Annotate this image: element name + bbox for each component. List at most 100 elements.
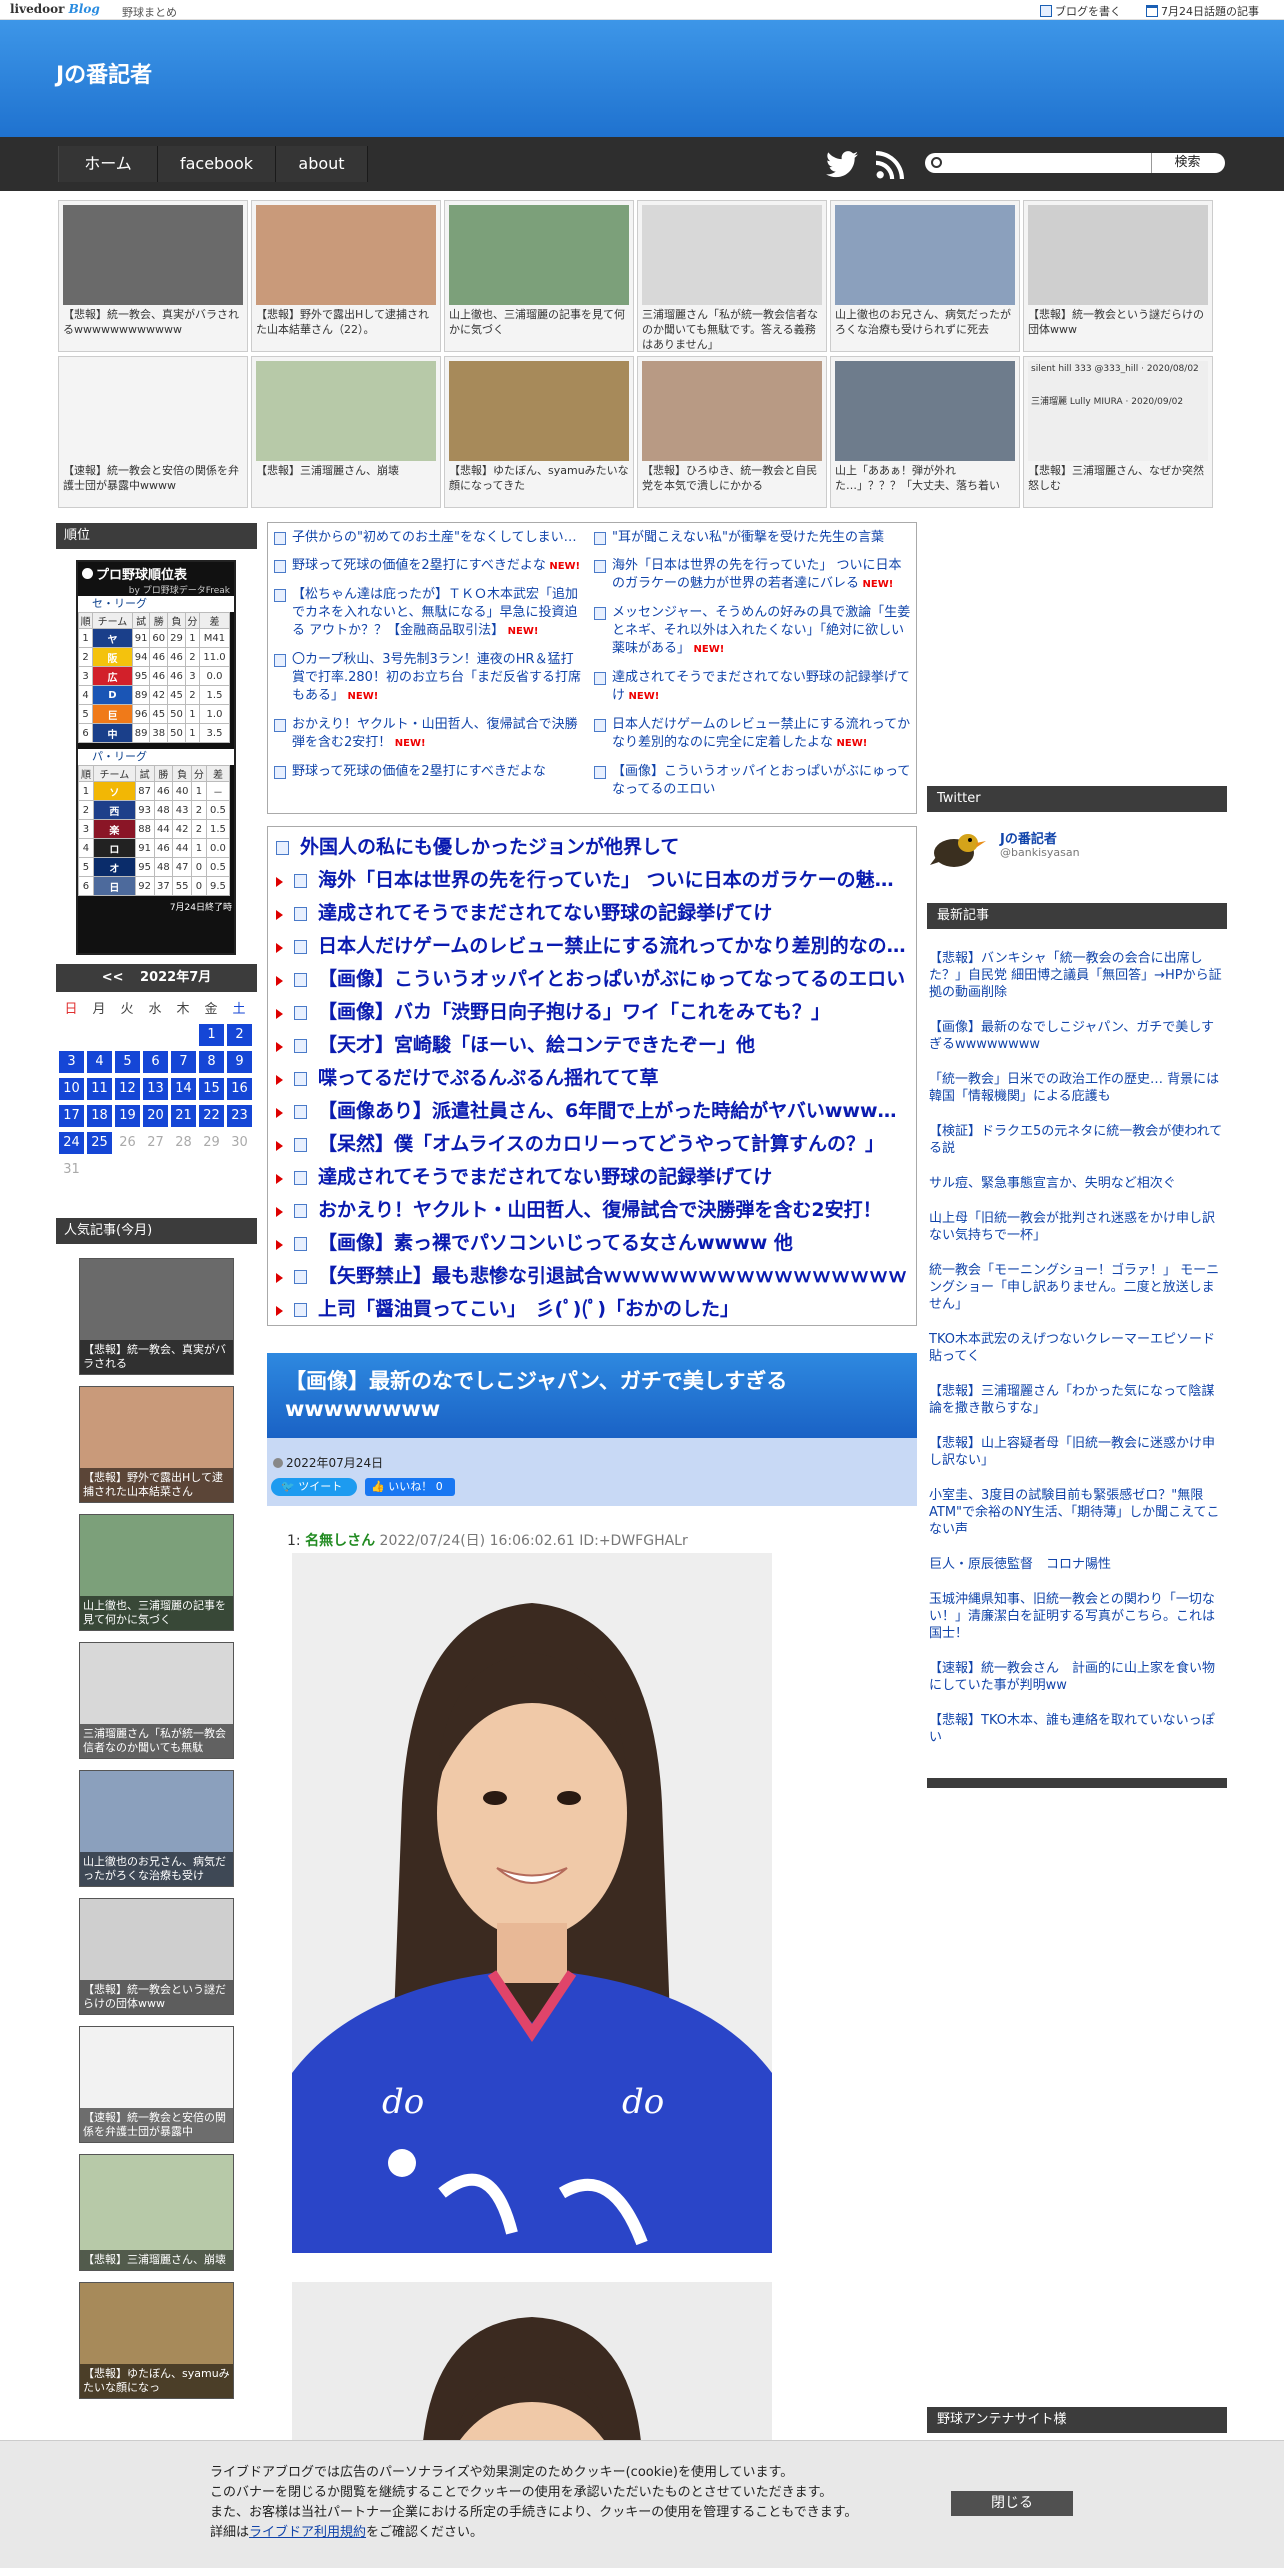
thumbnail-card[interactable]: 【速報】統一教会と安倍の関係を弁護士団が暴露中wwww bbox=[58, 356, 248, 508]
headline-item[interactable]: おかえり！ヤクルト・山田哲人、復帰試合で決勝弾を含む2安打！ bbox=[274, 1194, 910, 1227]
calendar-day[interactable]: 3 bbox=[59, 1051, 84, 1073]
article-photo-2[interactable] bbox=[292, 2282, 772, 2452]
antenna-list-item[interactable]: 野球って死球の価値を2塁打にすべきだよな bbox=[274, 763, 586, 781]
headline-item[interactable]: 【天才】宮崎駿「ほーい、絵コンテできたぞー」他 bbox=[274, 1029, 910, 1062]
livedoor-logo[interactable]: livedoor Blog bbox=[10, 2, 100, 16]
antenna-list-item[interactable]: 【松ちゃん達は庇ったが】ＴＫＯ木本武宏「追加でカネを入れないと、無駄になる」早急… bbox=[274, 586, 586, 641]
calendar-day[interactable]: 10 bbox=[59, 1078, 84, 1100]
calendar-prev-link[interactable]: << bbox=[102, 970, 124, 985]
recent-article-link[interactable]: 玉城沖縄県知事、旧統一教会との関わり「一切ない！」清廉潔白を証明する写真がこちら… bbox=[929, 1591, 1225, 1642]
recent-article-link[interactable]: 【悲報】山上容疑者母「旧統一教会に迷惑かけ申し訳ない」 bbox=[929, 1435, 1225, 1469]
calendar-day[interactable]: 13 bbox=[143, 1078, 168, 1100]
popular-article[interactable]: 【悲報】統一教会という謎だらけの団体www bbox=[79, 1898, 234, 2015]
calendar-day[interactable]: 23 bbox=[227, 1105, 252, 1127]
antenna-list-item[interactable]: "耳が聞こえない私"が衝撃を受けた先生の言葉 bbox=[594, 529, 912, 547]
terms-link[interactable]: ライブドア利用規約 bbox=[249, 2525, 366, 2540]
popular-article[interactable]: 【悲報】三浦瑠麗さん、崩壊 bbox=[79, 2154, 234, 2271]
headline-item[interactable]: 達成されてそうでまだされてない野球の記録挙げてけ bbox=[274, 897, 910, 930]
headline-item[interactable]: 海外「日本は世界の先を行っていた」 ついに日本のガラケーの魅力が世界の若者達にバ… bbox=[274, 864, 910, 897]
thumbnail-card[interactable]: 山上徹也のお兄さん、病気だったがろくな治療も受けられずに死去 bbox=[830, 200, 1020, 352]
headline-item[interactable]: 上司「醤油買ってこい」 彡(ﾟ)(ﾟ)「おかのした」 bbox=[274, 1293, 910, 1326]
antenna-list-item[interactable]: 野球って死球の価値を2塁打にすべきだよな NEW! bbox=[274, 557, 586, 576]
trending-link[interactable]: 7月24日話題の記事 bbox=[1146, 3, 1259, 19]
antenna-list-item[interactable]: 海外「日本は世界の先を行っていた」 ついに日本のガラケーの魅力が世界の若者達にバ… bbox=[594, 557, 912, 594]
site-title[interactable]: Jの番記者 bbox=[56, 57, 152, 89]
headline-item[interactable]: 【画像】こういうオッパイとおっぱいがぶにゅってなってるのエロい bbox=[274, 963, 910, 996]
thumbnail-card[interactable]: silent hill 333 @333_hill · 2020/08/02 三浦… bbox=[1023, 356, 1213, 508]
recent-article-link[interactable]: 【検証】ドラクエ5の元ネタに統一教会が使われてる説 bbox=[929, 1123, 1225, 1157]
recent-article-link[interactable]: 【画像】最新のなでしこジャパン、ガチで美しすぎるwwwwwwww bbox=[929, 1019, 1225, 1053]
antenna-list-item[interactable]: メッセンジャー、そうめんの好みの具で激論「生姜とネギ、それ以外は入れたくない」「… bbox=[594, 604, 912, 659]
recent-article-link[interactable]: 【悲報】三浦瑠麗さん「わかった気になって陰謀論を撒き散らすな」 bbox=[929, 1383, 1225, 1417]
write-blog-link[interactable]: ブログを書く bbox=[1040, 3, 1121, 19]
antenna-list-item[interactable]: 日本人だけゲームのレビュー禁止にする流れってかなり差別的なのに完全に定着したよな… bbox=[594, 716, 912, 753]
nav-home[interactable]: ホーム bbox=[58, 146, 158, 182]
calendar-day[interactable]: 21 bbox=[171, 1105, 196, 1127]
blog-name-small[interactable]: 野球まとめ bbox=[122, 4, 177, 20]
article-photo-1[interactable]: do do bbox=[292, 1553, 772, 2253]
search-input[interactable] bbox=[947, 155, 1147, 171]
calendar-day[interactable]: 16 bbox=[227, 1078, 252, 1100]
headline-item[interactable]: 【画像あり】派遣社員さん、6年間で上がった時給がヤバいwwwwwwwww bbox=[274, 1095, 910, 1128]
headline-item[interactable]: 日本人だけゲームのレビュー禁止にする流れってかなり差別的なのに完全に定着したよな bbox=[274, 930, 910, 963]
twitter-name[interactable]: Jの番記者 bbox=[1000, 828, 1057, 847]
calendar-day[interactable]: 11 bbox=[87, 1078, 112, 1100]
thumbnail-card[interactable]: 【悲報】野外で露出Hして逮捕された山本結華さん（22）。 bbox=[251, 200, 441, 352]
calendar-day[interactable]: 14 bbox=[171, 1078, 196, 1100]
article-title[interactable]: 【画像】最新のなでしこジャパン、ガチで美しすぎるwwwwwwww bbox=[267, 1353, 917, 1438]
recent-article-link[interactable]: 山上母「旧統一教会が批判され迷惑をかけ申し訳ない気持ちで一杯」 bbox=[929, 1210, 1225, 1244]
recent-article-link[interactable]: 小室圭、3度目の試験目前も緊張感ゼロ？"無限ATM"で余裕のNY生活、「期待薄」… bbox=[929, 1487, 1225, 1538]
headline-item[interactable]: 【矢野禁止】最も悲惨な引退試合ｗｗｗｗｗｗｗｗｗｗｗｗｗｗｗｗ bbox=[274, 1260, 910, 1293]
nav-about[interactable]: about bbox=[276, 146, 368, 182]
thumbnail-card[interactable]: 【悲報】ゆたぼん、syamuみたいな顔になってきた bbox=[444, 356, 634, 508]
calendar-day[interactable]: 18 bbox=[87, 1105, 112, 1127]
rss-icon[interactable] bbox=[876, 151, 904, 179]
headline-item[interactable]: 【画像】素っ裸でパソコンいじってる女さんwwww 他 bbox=[274, 1227, 910, 1260]
headline-item[interactable]: 【画像】バカ「渋野日向子抱ける」ワイ「これをみても？」 bbox=[274, 996, 910, 1029]
nav-facebook[interactable]: facebook bbox=[158, 146, 276, 182]
calendar-day[interactable]: 24 bbox=[59, 1132, 84, 1154]
popular-article[interactable]: 三浦瑠麗さん「私が統一教会信者なのか聞いても無駄 bbox=[79, 1642, 234, 1759]
headline-item[interactable]: 外国人の私にも優しかったジョンが他界して bbox=[274, 831, 910, 864]
calendar-day[interactable]: 20 bbox=[143, 1105, 168, 1127]
antenna-list-item[interactable]: 【画像】こういうオッパイとおっぱいがぶにゅってなってるのエロい bbox=[594, 763, 912, 799]
headline-item[interactable]: 喋ってるだけでぷるんぷるん揺れてて草 bbox=[274, 1062, 910, 1095]
calendar-day[interactable]: 4 bbox=[87, 1051, 112, 1073]
calendar-day[interactable]: 12 bbox=[115, 1078, 140, 1100]
calendar-day[interactable]: 7 bbox=[171, 1051, 196, 1073]
calendar-day[interactable]: 8 bbox=[199, 1051, 224, 1073]
antenna-list-item[interactable]: 子供からの"初めてのお土産"をなくしてしまい… bbox=[274, 529, 586, 547]
tweet-button[interactable]: 🐦 ツイート bbox=[271, 1478, 357, 1496]
thumbnail-card[interactable]: 山上「ああぁ！弾が外れた…」？？？「大丈夫、落ち着い bbox=[830, 356, 1020, 508]
antenna-list-item[interactable]: 〇カープ秋山、3号先制3ラン！連夜のHR＆猛打賞で打率.280！初のお立ち台「ま… bbox=[274, 651, 586, 706]
recent-article-link[interactable]: 統一教会「モーニングショー！ゴラァ！」 モーニングショー「申し訳ありません。二度… bbox=[929, 1262, 1225, 1313]
popular-article[interactable]: 【速報】統一教会と安倍の関係を弁護士団が暴露中 bbox=[79, 2026, 234, 2143]
calendar-day[interactable]: 1 bbox=[199, 1024, 224, 1046]
twitter-avatar[interactable] bbox=[930, 825, 986, 871]
search-button[interactable]: 検索 bbox=[1151, 153, 1223, 173]
calendar-day[interactable]: 22 bbox=[199, 1105, 224, 1127]
calendar-day[interactable]: 25 bbox=[87, 1132, 112, 1154]
thumbnail-card[interactable]: 三浦瑠麗さん「私が統一教会信者なのか聞いても無駄です。答える義務はありません」 bbox=[637, 200, 827, 352]
twitter-icon[interactable] bbox=[826, 151, 858, 178]
twitter-handle[interactable]: @bankisyasan bbox=[1000, 846, 1080, 859]
popular-article[interactable]: 【悲報】ゆたぼん、syamuみたいな顔になっ bbox=[79, 2282, 234, 2399]
headline-item[interactable]: 【呆然】僕「オムライスのカロリーってどうやって計算すんの？」 bbox=[274, 1128, 910, 1161]
headline-item[interactable]: 達成されてそうでまだされてない野球の記録挙げてけ bbox=[274, 1161, 910, 1194]
thumbnail-card[interactable]: 【悲報】三浦瑠麗さん、崩壊 bbox=[251, 356, 441, 508]
calendar-day[interactable]: 19 bbox=[115, 1105, 140, 1127]
recent-article-link[interactable]: 巨人・原辰徳監督 コロナ陽性 bbox=[929, 1556, 1225, 1573]
recent-article-link[interactable]: TKO木本武宏のえげつないクレーマーエピソード貼ってく bbox=[929, 1331, 1225, 1365]
popular-article[interactable]: 山上徹也、三浦瑠麗の記事を見て何かに気づく bbox=[79, 1514, 234, 1631]
recent-article-link[interactable]: 「統一教会」日米での政治工作の歴史… 背景には韓国「情報機関」による庇護も bbox=[929, 1071, 1225, 1105]
standings-widget[interactable]: プロ野球順位表 by プロ野球データFreak セ・リーグ 順チーム試勝負分差 1… bbox=[76, 560, 236, 955]
calendar-day[interactable]: 9 bbox=[227, 1051, 252, 1073]
recent-article-link[interactable]: 【悲報】バンキシャ「統一教会の会合に出席した？」自民党 細田博之議員「無回答」→… bbox=[929, 950, 1225, 1001]
thumbnail-card[interactable]: 山上徹也、三浦瑠麗の記事を見て何かに気づく bbox=[444, 200, 634, 352]
antenna-list-item[interactable]: おかえり！ヤクルト・山田哲人、復帰試合で決勝弾を含む2安打！ NEW! bbox=[274, 716, 586, 753]
antenna-list-item[interactable]: 達成されてそうでまだされてない野球の記録挙げてけ NEW! bbox=[594, 669, 912, 706]
calendar-day[interactable]: 5 bbox=[115, 1051, 140, 1073]
calendar-day[interactable]: 2 bbox=[227, 1024, 252, 1046]
recent-article-link[interactable]: 【悲報】TKO木本、誰も連絡を取れていないっぽい bbox=[929, 1712, 1225, 1746]
recent-article-link[interactable]: サル痘、緊急事態宣言か、失明など相次ぐ bbox=[929, 1175, 1225, 1192]
